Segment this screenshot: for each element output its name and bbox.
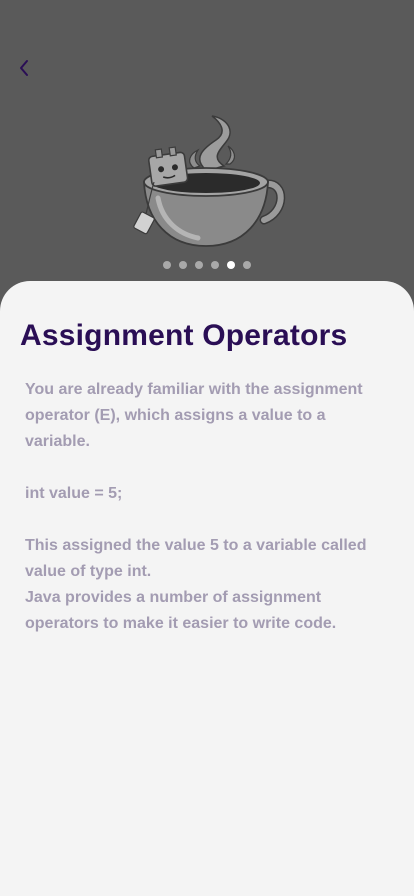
page-dot[interactable] <box>211 261 219 269</box>
pagination-dots <box>0 261 414 269</box>
code-example: int value = 5; <box>25 485 123 502</box>
lesson-screen: Assignment Operators You are already fam… <box>0 0 414 896</box>
lesson-paragraph-explanation: This assigned the value 5 to a variable … <box>25 537 367 580</box>
page-dot[interactable] <box>163 261 171 269</box>
lesson-title: Assignment Operators <box>20 319 348 352</box>
page-dot[interactable] <box>179 261 187 269</box>
back-button[interactable] <box>12 56 36 80</box>
page-dot[interactable] <box>227 261 235 269</box>
content-sheet: Assignment Operators You are already fam… <box>0 281 414 896</box>
lesson-paragraph-java: Java provides a number of assignment ope… <box>25 589 337 632</box>
page-dot[interactable] <box>243 261 251 269</box>
lesson-body: You are already familiar with the assign… <box>25 377 375 637</box>
chevron-left-icon <box>20 60 28 76</box>
lesson-paragraph-intro: You are already familiar with the assign… <box>25 381 363 450</box>
page-dot[interactable] <box>195 261 203 269</box>
tea-cup-robot-illustration <box>133 115 286 247</box>
